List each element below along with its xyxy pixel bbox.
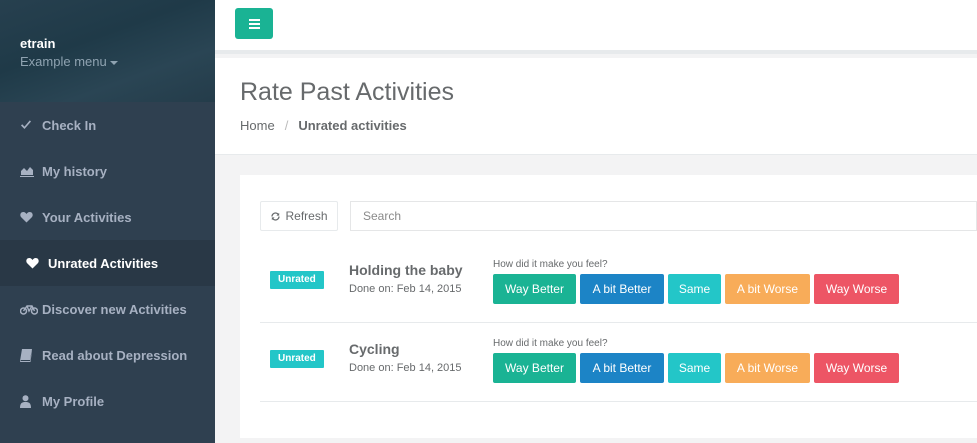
rating-buttons: Way Better A bit Better Same A bit Worse… <box>493 353 899 383</box>
way-worse-button[interactable]: Way Worse <box>814 353 899 383</box>
search-input[interactable] <box>350 201 977 231</box>
sidebar-item-label: Unrated Activities <box>48 255 159 271</box>
caret-down-icon <box>109 60 118 65</box>
activity-title: Cycling <box>349 341 400 357</box>
a-bit-worse-button[interactable]: A bit Worse <box>725 353 810 383</box>
way-worse-button[interactable]: Way Worse <box>814 274 899 304</box>
sidebar-item-unrated-activities[interactable]: Unrated Activities <box>0 240 215 286</box>
sidebar-item-my-history[interactable]: My history <box>0 148 215 194</box>
check-icon <box>20 119 42 131</box>
page-heading: Rate Past Activities Home / Unrated activi… <box>215 58 977 155</box>
status-badge: Unrated <box>270 350 324 368</box>
same-button[interactable]: Same <box>668 274 721 304</box>
area-chart-icon <box>20 165 42 177</box>
feeling-prompt: How did it make you feel? <box>493 259 608 270</box>
heart-icon <box>20 211 42 223</box>
activity-row: Unrated Holding the baby Done on: Feb 14… <box>260 244 977 323</box>
bicycle-icon <box>20 304 42 315</box>
a-bit-better-button[interactable]: A bit Better <box>580 353 664 383</box>
activities-panel: Refresh Unrated Holding the baby Done on… <box>240 175 977 438</box>
breadcrumb: Home / Unrated activities <box>240 118 407 133</box>
activity-title: Holding the baby <box>349 262 463 278</box>
sidebar-item-label: Check In <box>42 117 97 133</box>
username: etrain <box>20 36 56 51</box>
book-icon <box>20 348 42 362</box>
refresh-icon <box>271 211 281 221</box>
sidebar-item-my-profile[interactable]: My Profile <box>0 378 215 424</box>
sidebar-item-label: My Profile <box>42 393 105 409</box>
sidebar-item-read-about-depression[interactable]: Read about Depression <box>0 332 215 378</box>
sidebar-item-check-in[interactable]: Check In <box>0 102 215 148</box>
way-better-button[interactable]: Way Better <box>493 274 576 304</box>
a-bit-worse-button[interactable]: A bit Worse <box>725 274 810 304</box>
refresh-button[interactable]: Refresh <box>260 201 338 231</box>
example-menu-dropdown[interactable]: Example menu <box>20 54 215 69</box>
page-title: Rate Past Activities <box>240 78 454 106</box>
feeling-prompt: How did it make you feel? <box>493 338 608 349</box>
sidebar-item-label: My history <box>42 163 108 179</box>
menu-toggle-button[interactable] <box>235 8 273 39</box>
breadcrumb-separator: / <box>284 118 289 133</box>
bars-icon <box>248 18 260 21</box>
heart-icon <box>26 257 48 269</box>
way-better-button[interactable]: Way Better <box>493 353 576 383</box>
sidebar-item-label: Your Activities <box>42 209 132 225</box>
profile-header: etrain Example menu <box>0 0 215 102</box>
breadcrumb-current: Unrated activities <box>298 118 407 133</box>
status-badge: Unrated <box>270 271 324 289</box>
top-navbar <box>215 0 977 54</box>
user-icon <box>20 394 42 408</box>
activity-date: Done on: Feb 14, 2015 <box>349 362 462 374</box>
activity-date: Done on: Feb 14, 2015 <box>349 283 462 295</box>
activity-row: Unrated Cycling Done on: Feb 14, 2015 Ho… <box>260 323 977 402</box>
refresh-label: Refresh <box>285 209 328 223</box>
breadcrumb-home[interactable]: Home <box>240 118 275 133</box>
sidebar-item-label: Read about Depression <box>42 347 188 363</box>
sidebar-item-your-activities[interactable]: Your Activities <box>0 194 215 240</box>
sidebar-item-discover-new-activities[interactable]: Discover new Activities <box>0 286 215 332</box>
sidebar: etrain Example menu Check In My history … <box>0 0 215 443</box>
rating-buttons: Way Better A bit Better Same A bit Worse… <box>493 274 899 304</box>
sidebar-item-label: Discover new Activities <box>42 301 187 317</box>
example-menu-label: Example menu <box>20 54 107 69</box>
a-bit-better-button[interactable]: A bit Better <box>580 274 664 304</box>
same-button[interactable]: Same <box>668 353 721 383</box>
